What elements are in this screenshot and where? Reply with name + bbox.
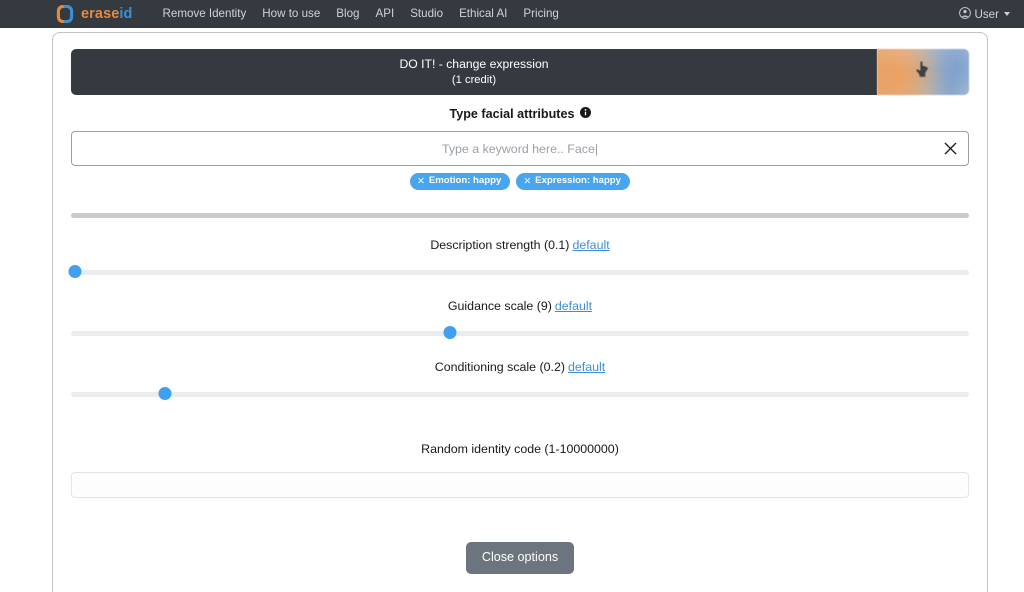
do-it-credit-cost: (1 credit) [452,74,496,87]
pointer-cursor-icon [916,61,931,83]
studio-options-card: DO IT! - change expression (1 credit) Ty… [52,32,988,592]
nav-link-blog[interactable]: Blog [328,5,367,23]
slider-label: Guidance scale (9) [448,299,552,313]
slider-label-row: Conditioning scale (0.2)default [71,360,969,374]
nav-link-studio[interactable]: Studio [402,5,451,23]
nav-link-pricing[interactable]: Pricing [515,5,566,23]
attribute-chip-expression[interactable]: ✕ Expression: happy [516,173,630,190]
preview-thumbnail[interactable] [877,49,969,95]
top-navbar: eraseid Remove Identity How to use Blog … [0,0,1024,28]
keyword-field-wrapper [71,131,969,166]
section-divider [71,213,969,218]
primary-nav: Remove Identity How to use Blog API Stud… [155,5,959,23]
slider-thumb[interactable] [443,326,456,339]
slider-label-row: Guidance scale (9)default [71,299,969,313]
info-circle-icon[interactable] [580,107,591,121]
slider-thumb[interactable] [159,387,172,400]
nav-link-ethical-ai[interactable]: Ethical AI [451,5,515,23]
user-circle-icon [959,7,971,22]
slider-default-link[interactable]: default [555,299,592,313]
nav-link-how-to-use[interactable]: How to use [254,5,328,23]
slider-label: Conditioning scale (0.2) [435,360,565,374]
slider-track-wrapper[interactable] [71,387,969,401]
brand-logo-link[interactable]: eraseid [56,5,133,23]
eraseid-logo-icon [56,5,74,23]
do-it-button[interactable]: DO IT! - change expression (1 credit) [71,49,877,95]
action-bar: DO IT! - change expression (1 credit) [71,49,969,95]
slider-track-wrapper[interactable] [71,265,969,279]
slider-track[interactable] [71,270,969,275]
close-x-icon[interactable] [941,140,959,158]
page-body: DO IT! - change expression (1 credit) Ty… [0,28,1024,561]
close-options-button[interactable]: Close options [466,542,574,574]
slider-description-strength: Description strength (0.1)default [71,238,969,279]
slider-conditioning-scale: Conditioning scale (0.2)default [71,360,969,401]
attribute-chip-emotion[interactable]: ✕ Emotion: happy [410,173,510,190]
slider-thumb[interactable] [69,265,82,278]
attributes-label: Type facial attributes [449,107,574,121]
slider-guidance-scale: Guidance scale (9)default [71,299,969,340]
nav-link-api[interactable]: API [368,5,403,23]
chip-close-icon[interactable]: ✕ [417,175,425,187]
brand-text-id: id [119,6,132,22]
attributes-label-row: Type facial attributes [71,107,969,121]
random-identity-input[interactable] [71,472,969,498]
slider-track[interactable] [71,392,969,397]
slider-label: Description strength (0.1) [430,238,569,252]
random-identity-label: Random identity code (1-10000000) [71,442,969,456]
slider-track-wrapper[interactable] [71,326,969,340]
attribute-chip-list: ✕ Emotion: happy ✕ Expression: happy [71,173,969,190]
brand-text-erase: erase [81,6,119,22]
keyword-input[interactable] [71,131,969,166]
slider-label-row: Description strength (0.1)default [71,238,969,252]
chevron-down-icon [1004,12,1010,16]
slider-track[interactable] [71,331,969,336]
brand-text: eraseid [81,6,133,22]
random-identity-section: Random identity code (1-10000000) [71,442,969,498]
attribute-chip-label: Expression: happy [535,175,621,187]
footer-actions: Close options [71,542,969,574]
slider-default-link[interactable]: default [572,238,609,252]
user-menu[interactable]: User [959,7,1010,22]
nav-link-remove-identity[interactable]: Remove Identity [155,5,255,23]
do-it-title: DO IT! - change expression [399,57,548,72]
slider-default-link[interactable]: default [568,360,605,374]
attribute-chip-label: Emotion: happy [429,175,501,187]
chip-close-icon[interactable]: ✕ [523,175,531,187]
user-menu-label: User [975,8,999,21]
